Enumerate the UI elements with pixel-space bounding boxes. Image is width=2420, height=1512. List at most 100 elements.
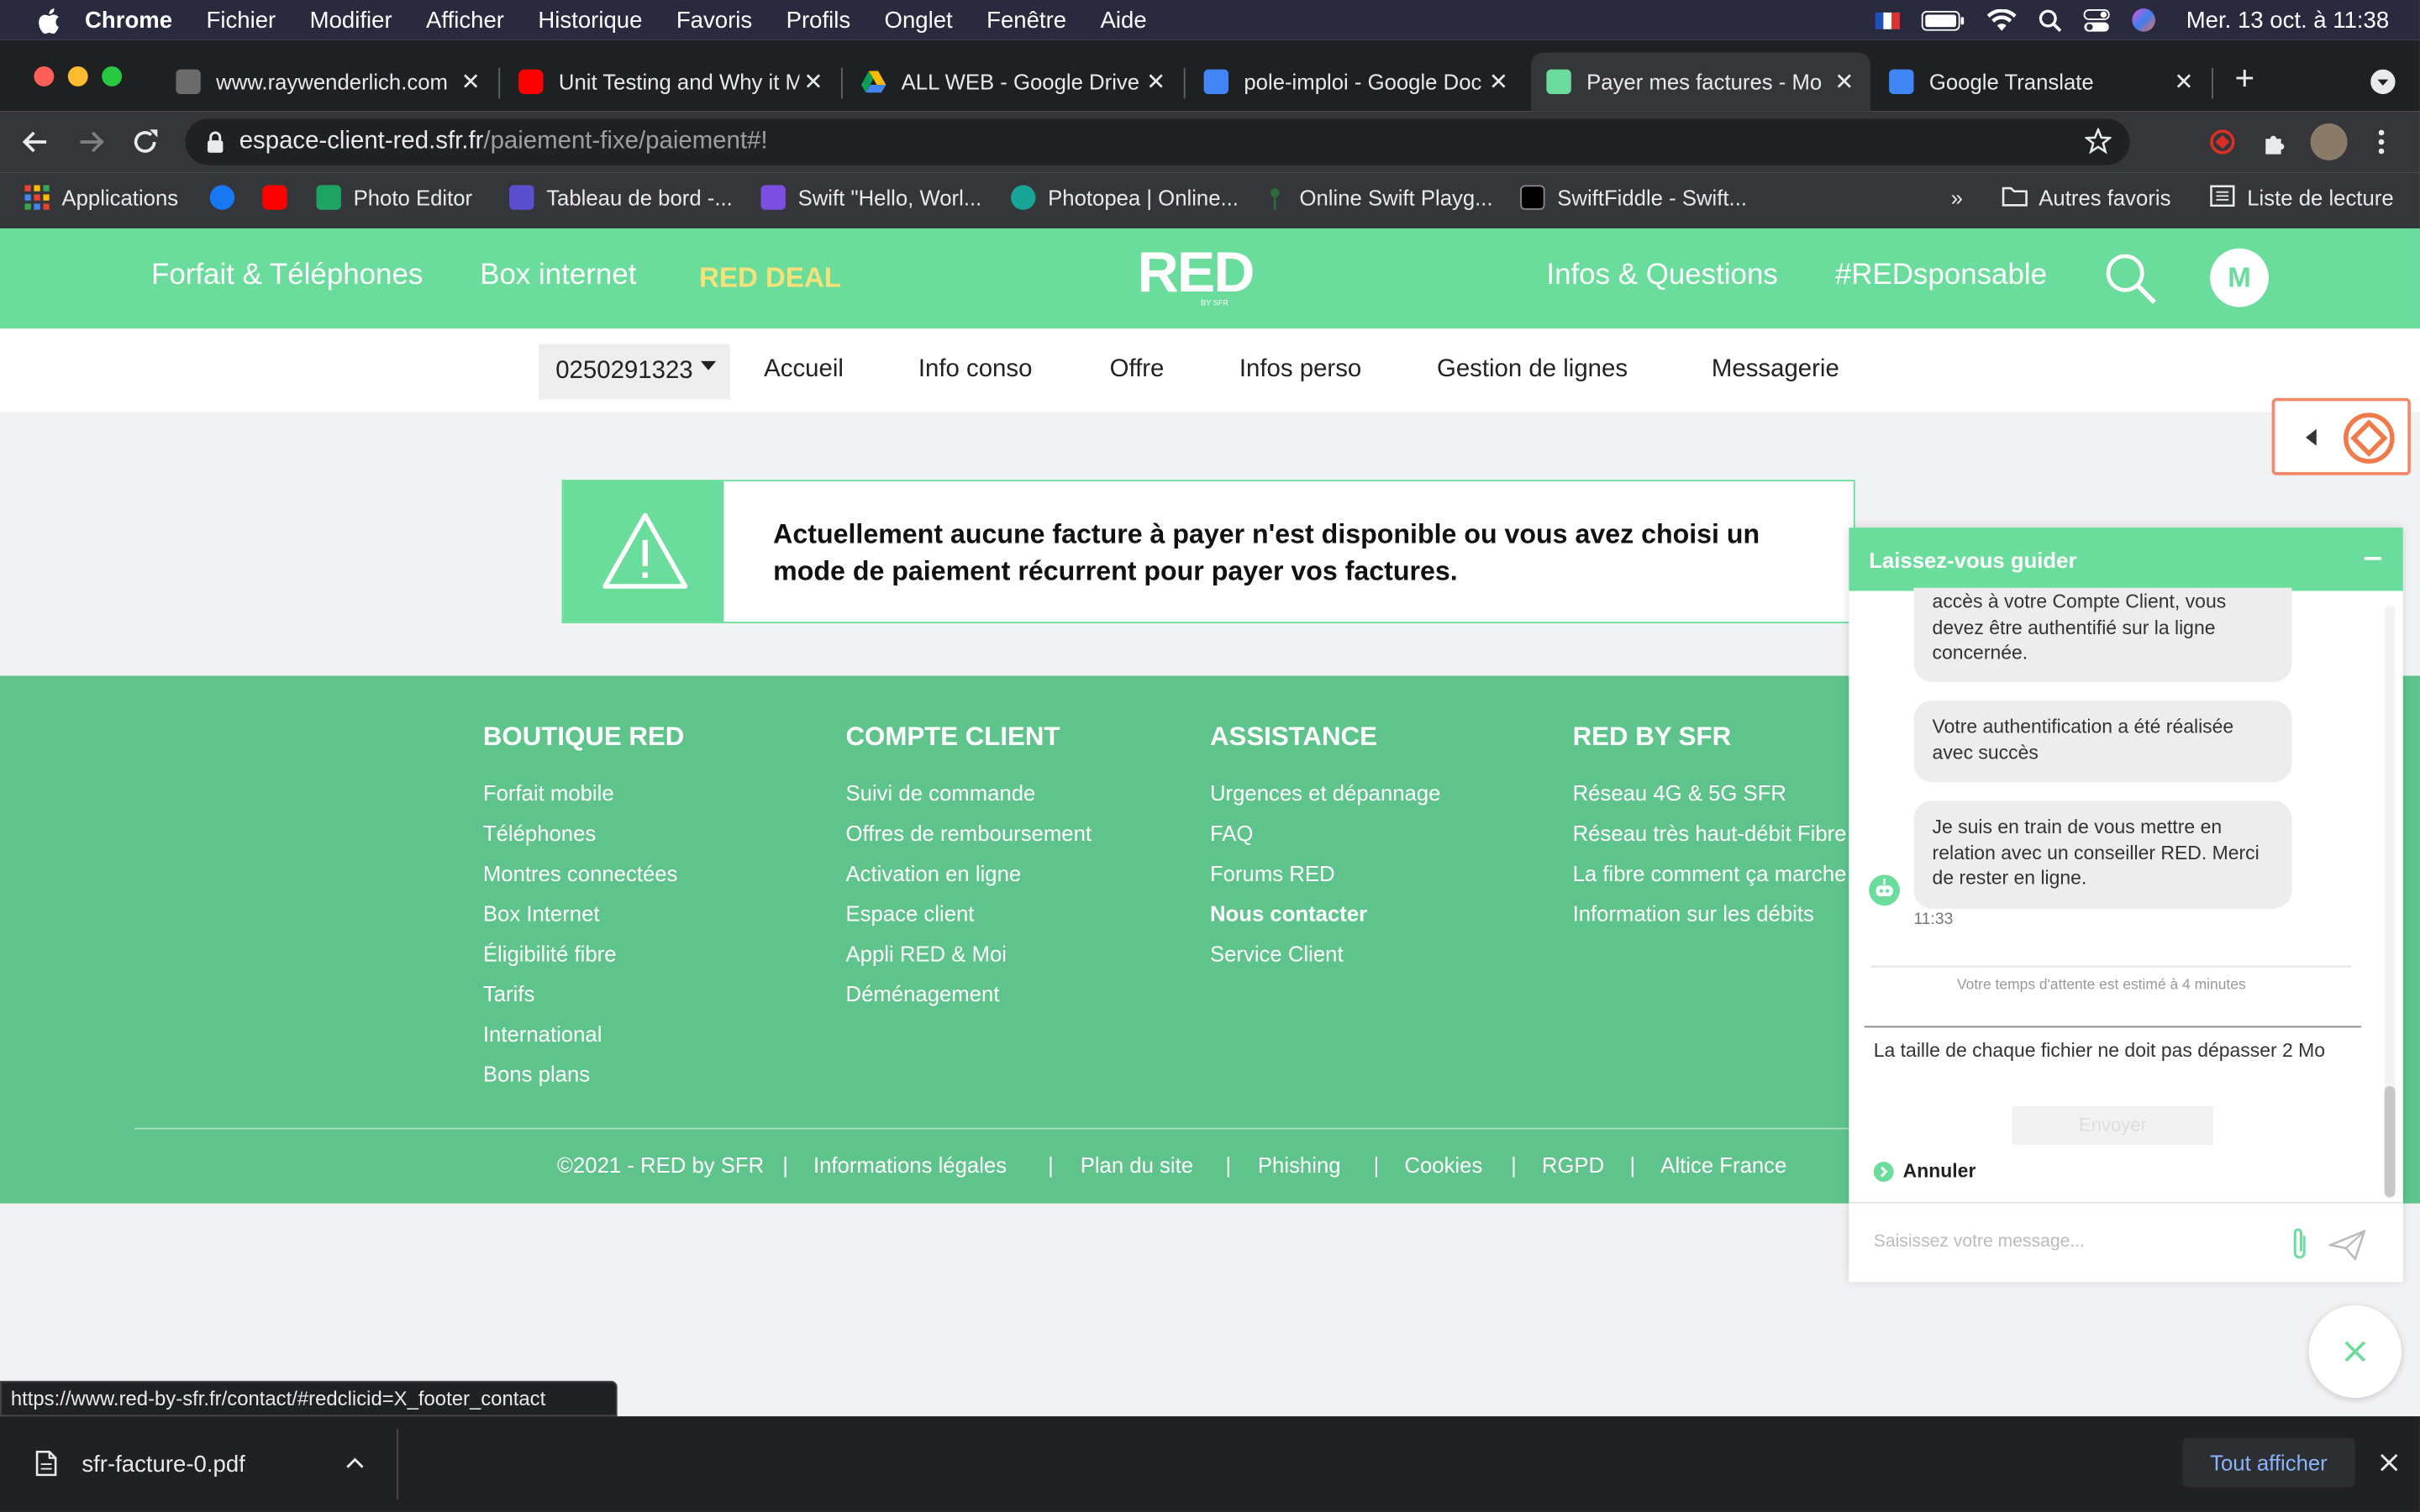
- footer-link[interactable]: Montres connectées: [483, 861, 684, 901]
- bookmark-tableau-de-bord[interactable]: Tableau de bord -...: [509, 185, 733, 210]
- footer-copyright[interactable]: ©2021 - RED by SFR: [557, 1152, 764, 1177]
- chat-scrollbar[interactable]: [2384, 604, 2396, 1200]
- battery-icon[interactable]: [1920, 9, 1964, 30]
- show-all-downloads-button[interactable]: Tout afficher: [2182, 1437, 2355, 1488]
- send-plane-icon[interactable]: [2328, 1229, 2366, 1261]
- footer-informations-legales[interactable]: Informations légales: [813, 1152, 1007, 1177]
- back-arrow-icon[interactable]: [22, 128, 50, 155]
- spotlight-search-icon[interactable]: [2038, 8, 2061, 32]
- menu-app-name[interactable]: Chrome: [85, 7, 172, 33]
- footer-link[interactable]: La fibre comment ça marche: [1573, 861, 1847, 901]
- chat-message-input[interactable]: Saisissez votre message...: [1874, 1233, 2085, 1252]
- side-assistant-widget[interactable]: [2271, 397, 2411, 475]
- footer-link[interactable]: Réseau très haut-débit Fibre: [1573, 821, 1847, 861]
- close-tab-icon[interactable]: ✕: [1485, 68, 1512, 96]
- footer-link[interactable]: Déménagement: [846, 981, 1092, 1021]
- bookmark-star-icon[interactable]: [2085, 128, 2112, 155]
- bookmark-applications[interactable]: Applications: [24, 185, 178, 210]
- footer-link[interactable]: Éligibilité fibre: [483, 941, 684, 981]
- extensions-puzzle-icon[interactable]: [2261, 129, 2289, 157]
- search-icon[interactable]: [2105, 253, 2157, 305]
- reload-icon[interactable]: [131, 128, 159, 155]
- footer-phishing[interactable]: Phishing: [1258, 1152, 1341, 1177]
- menubar-clock[interactable]: Mer. 13 oct. à 11:38: [2186, 7, 2389, 33]
- nav-red-deal[interactable]: RED DEAL: [699, 262, 841, 295]
- extension-red-icon[interactable]: [2210, 129, 2235, 155]
- line-number-select[interactable]: 0250291323: [539, 344, 730, 400]
- forward-arrow-icon[interactable]: [77, 128, 105, 155]
- tab-youtube-unit-testing[interactable]: Unit Testing and Why it M ✕: [503, 52, 839, 111]
- menu-profils[interactable]: Profils: [786, 7, 851, 33]
- bookmark-liste-de-lecture[interactable]: Liste de lecture: [2210, 185, 2394, 210]
- bookmark-online-swift-playground[interactable]: Online Swift Playg...: [1262, 185, 1493, 210]
- bookmark-swiftfiddle[interactable]: SwiftFiddle - Swift...: [1520, 185, 1747, 210]
- menu-afficher[interactable]: Afficher: [426, 7, 504, 33]
- footer-cookies[interactable]: Cookies: [1404, 1152, 1482, 1177]
- subnav-accueil[interactable]: Accueil: [764, 356, 844, 384]
- cancel-upload-button[interactable]: Annuler: [1873, 1160, 1975, 1182]
- close-tab-icon[interactable]: ✕: [799, 68, 827, 96]
- footer-link[interactable]: Suivi de commande: [846, 780, 1092, 821]
- bookmark-photopea[interactable]: Photopea | Online...: [1011, 185, 1239, 210]
- bookmark-facebook[interactable]: [209, 185, 247, 210]
- footer-link[interactable]: Bons plans: [483, 1062, 684, 1102]
- nav-box-internet[interactable]: Box internet: [480, 260, 636, 293]
- lock-icon[interactable]: [207, 131, 224, 153]
- tab-raywenderlich[interactable]: www.raywenderlich.com ✕: [160, 52, 497, 111]
- subnav-messagerie[interactable]: Messagerie: [1712, 356, 1839, 384]
- close-tab-icon[interactable]: ✕: [1830, 68, 1858, 96]
- nav-forfait-telephones[interactable]: Forfait & Téléphones: [151, 260, 423, 293]
- menu-fichier[interactable]: Fichier: [207, 7, 276, 33]
- control-center-icon[interactable]: [2082, 8, 2109, 32]
- footer-link[interactable]: Offres de remboursement: [846, 821, 1092, 861]
- wifi-icon[interactable]: [1986, 8, 2017, 32]
- footer-link[interactable]: Espace client: [846, 901, 1092, 942]
- chat-close-button[interactable]: [2308, 1305, 2402, 1399]
- footer-link[interactable]: Activation en ligne: [846, 861, 1092, 901]
- footer-link[interactable]: Box Internet: [483, 901, 684, 942]
- footer-link[interactable]: Appli RED & Moi: [846, 941, 1092, 981]
- close-tab-icon[interactable]: ✕: [2170, 68, 2197, 96]
- close-shelf-icon[interactable]: [2380, 1453, 2398, 1472]
- footer-plan-du-site[interactable]: Plan du site: [1081, 1152, 1193, 1177]
- footer-link[interactable]: International: [483, 1021, 684, 1062]
- account-avatar[interactable]: M: [2210, 248, 2269, 307]
- bookmark-youtube[interactable]: [262, 185, 299, 210]
- footer-link-nous-contacter-hover[interactable]: Nous contacter: [1210, 901, 1441, 942]
- nav-redsponsable[interactable]: #REDsponsable: [1835, 260, 2047, 293]
- french-flag-icon[interactable]: [1874, 11, 1900, 29]
- send-file-button[interactable]: Envoyer: [2012, 1105, 2213, 1145]
- tab-google-translate[interactable]: Google Translate ✕: [1874, 52, 2210, 111]
- profile-avatar[interactable]: [2310, 123, 2348, 161]
- bookmarks-overflow-chevron[interactable]: »: [1951, 185, 1963, 209]
- new-tab-button[interactable]: +: [2235, 61, 2255, 95]
- red-logo[interactable]: RED BY SFR: [1138, 243, 1255, 308]
- close-tab-icon[interactable]: ✕: [457, 68, 485, 96]
- footer-link[interactable]: Information sur les débits: [1573, 901, 1847, 942]
- bookmark-autres-favoris[interactable]: Autres favoris: [2002, 185, 2170, 210]
- footer-link[interactable]: Téléphones: [483, 821, 684, 861]
- bookmark-swift-hello-world[interactable]: Swift "Hello, Worl...: [760, 185, 981, 210]
- footer-link[interactable]: Service Client: [1210, 941, 1441, 981]
- close-tab-icon[interactable]: ✕: [1142, 68, 1170, 96]
- address-bar[interactable]: espace-client-red.sfr.fr/paiement-fixe/p…: [185, 118, 2130, 165]
- footer-rgpd[interactable]: RGPD: [1542, 1152, 1604, 1177]
- siri-icon[interactable]: [2131, 8, 2155, 32]
- tab-google-docs[interactable]: pole-imploi - Google Doc ✕: [1188, 52, 1524, 111]
- subnav-infos-perso[interactable]: Infos perso: [1239, 356, 1361, 384]
- minimize-icon[interactable]: [2364, 557, 2382, 560]
- menu-favoris[interactable]: Favoris: [676, 7, 752, 33]
- tab-payer-factures-active[interactable]: Payer mes factures - Mo ✕: [1531, 52, 1871, 112]
- chevron-up-icon[interactable]: [345, 1457, 364, 1469]
- window-close-button[interactable]: [34, 66, 55, 87]
- subnav-gestion-de-lignes[interactable]: Gestion de lignes: [1437, 356, 1628, 384]
- bookmark-photo-editor[interactable]: Photo Editor: [316, 185, 472, 210]
- menu-aide[interactable]: Aide: [1101, 7, 1147, 33]
- subnav-offre[interactable]: Offre: [1110, 356, 1165, 384]
- footer-link[interactable]: Urgences et dépannage: [1210, 780, 1441, 821]
- tab-search-icon[interactable]: [2370, 69, 2396, 95]
- apple-icon[interactable]: [37, 7, 60, 34]
- tab-google-drive[interactable]: ALL WEB - Google Drive ✕: [846, 52, 1182, 111]
- footer-link[interactable]: Tarifs: [483, 981, 684, 1021]
- footer-link[interactable]: FAQ: [1210, 821, 1441, 861]
